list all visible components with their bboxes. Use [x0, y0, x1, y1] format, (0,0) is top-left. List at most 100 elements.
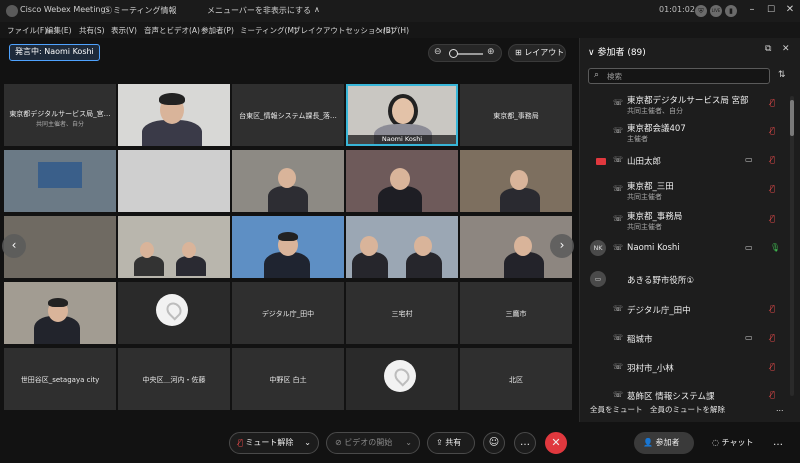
info-icon[interactable]: ⓘ [104, 5, 112, 16]
tile-name: 北区 [509, 376, 523, 384]
tile-name: 三鷹市 [505, 310, 527, 318]
phone-audio-icon: ☏ [613, 155, 624, 164]
panel-header[interactable]: ∨ 参加者 (89) [588, 45, 646, 58]
video-tile[interactable]: 世田谷区_setagaya city [4, 348, 116, 410]
end-meeting-button[interactable]: ✕ [545, 432, 567, 454]
video-tile[interactable] [232, 150, 344, 212]
muted-mic-icon[interactable]: 🎙̸ [770, 184, 775, 193]
participants-scrollbar[interactable] [790, 96, 794, 396]
video-tile[interactable]: デジタル庁_田中 [232, 282, 344, 344]
maximize-button[interactable]: ☐ [764, 3, 778, 17]
menu-share[interactable]: 共有(S) [79, 25, 105, 36]
muted-mic-icon[interactable]: 🎙̸ [770, 333, 775, 342]
participant-role: 共同主催者 [627, 193, 662, 201]
share-button[interactable]: ⇪ 共有 [427, 432, 475, 454]
scrollbar-thumb[interactable] [790, 100, 794, 136]
video-tile[interactable]: 東京都デジタルサービス局_宮… 共同主催者、自分 [4, 84, 116, 146]
video-tile[interactable]: 東京都_事務局 [460, 84, 572, 146]
more-options-button[interactable]: … [767, 432, 789, 454]
video-tile[interactable]: 三宅村 [346, 282, 458, 344]
participant-role: 共同主催者 [627, 223, 662, 231]
zoom-in-icon[interactable]: ⊕ [487, 47, 495, 57]
muted-mic-icon[interactable]: 🎙̸ [770, 214, 775, 223]
phone-audio-icon: ☏ [613, 126, 624, 135]
next-page-button[interactable]: › [550, 234, 574, 258]
chevron-down-icon[interactable]: ⌄ [304, 433, 311, 453]
hide-menubar-link[interactable]: メニューバーを非表示にする [207, 5, 311, 16]
minimize-button[interactable]: – [745, 3, 759, 17]
mute-all-button[interactable]: 全員をミュート [590, 404, 643, 415]
search-input[interactable]: ⌕ 検索 [588, 68, 770, 84]
chat-label: チャット [721, 438, 754, 447]
menu-file[interactable]: ファイル(F) [7, 25, 47, 36]
video-icon[interactable]: ▭ [745, 333, 753, 342]
video-tile[interactable]: 中央区＿河内・佐藤 [118, 348, 230, 410]
close-button[interactable]: ✕ [783, 3, 797, 17]
menu-audio-video[interactable]: 音声とビデオ(A) [144, 25, 200, 36]
chevron-up-icon[interactable]: ∧ [314, 5, 320, 14]
reactions-button[interactable]: ☺ [483, 432, 505, 454]
shield-icon[interactable]: ⛨ [695, 5, 707, 17]
signal-icon[interactable]: ▮ [725, 5, 737, 17]
phone-audio-icon: ☏ [613, 390, 624, 399]
video-tile-active-speaker[interactable]: Naomi Koshi [346, 84, 458, 146]
participants-toggle-button[interactable]: 👤 参加者 [634, 432, 694, 454]
zoom-slider-handle[interactable] [449, 49, 458, 58]
tile-name: 東京都_事務局 [493, 112, 539, 120]
chat-button[interactable]: ◌ チャット [703, 432, 757, 454]
video-tile[interactable] [4, 282, 116, 344]
muted-mic-icon[interactable]: 🎙̸ [770, 362, 775, 371]
popout-icon[interactable]: ⧉ [765, 44, 771, 54]
muted-mic-icon[interactable]: 🎙̸ [770, 304, 775, 313]
sort-icon[interactable]: ⇅ [778, 70, 786, 80]
video-tile[interactable] [118, 150, 230, 212]
unmute-button[interactable]: 🎙̸ ミュート解除 ⌄ [229, 432, 319, 454]
more-options-button[interactable]: … [514, 432, 536, 454]
tile-name: Naomi Koshi [348, 135, 456, 144]
video-tile[interactable]: 北区 [460, 348, 572, 410]
tile-name: 台東区_情報システム課長_落… [239, 112, 337, 120]
video-tile[interactable] [118, 282, 230, 344]
participants-count: 参加者 (89) [597, 48, 646, 58]
meeting-info-link[interactable]: ミーティング情報 [113, 5, 177, 16]
close-panel-icon[interactable]: ✕ [782, 44, 790, 54]
tile-name: デジタル庁_田中 [261, 310, 315, 318]
menu-help[interactable]: ヘルプ(H) [375, 25, 409, 36]
zoom-control[interactable]: ⊖ ⊕ [428, 44, 502, 62]
layout-button[interactable]: ⊞ レイアウト [508, 44, 566, 62]
muted-mic-icon[interactable]: 🎙̸ [770, 390, 775, 399]
participant-role: 共同主催者、自分 [627, 107, 683, 115]
active-mic-icon[interactable]: 🎙 [770, 243, 780, 252]
panel-more-button[interactable]: … [776, 404, 784, 413]
video-tile[interactable]: 三鷹市 [460, 282, 572, 344]
video-icon[interactable]: ▭ [745, 155, 753, 164]
layout-label: レイアウト [524, 48, 565, 57]
muted-mic-icon[interactable]: 🎙̸ [770, 155, 775, 164]
zoom-out-icon[interactable]: ⊖ [434, 47, 442, 57]
title-bar: Cisco Webex Meetings ⓘ ミーティング情報 メニューバーを非… [0, 0, 800, 22]
video-tile[interactable]: 中野区 白土 [232, 348, 344, 410]
muted-mic-icon[interactable]: 🎙̸ [770, 98, 775, 107]
muted-mic-icon[interactable]: 🎙̸ [770, 126, 775, 135]
start-video-button[interactable]: ⊘ ビデオの開始 ⌄ [326, 432, 420, 454]
video-tile[interactable] [118, 84, 230, 146]
video-tile[interactable] [232, 216, 344, 278]
layout-grid-icon: ⊞ [515, 48, 525, 57]
video-tile[interactable] [4, 150, 116, 212]
phone-audio-icon: ☏ [613, 304, 624, 313]
video-tile[interactable] [346, 150, 458, 212]
video-tile[interactable] [346, 348, 458, 410]
menu-view[interactable]: 表示(V) [111, 25, 137, 36]
video-tile[interactable]: 台東区_情報システム課長_落… [232, 84, 344, 146]
menu-edit[interactable]: 編集(E) [46, 25, 72, 36]
unmute-all-button[interactable]: 全員のミュートを解除 [650, 404, 725, 415]
search-icon: ⌕ [594, 70, 600, 80]
video-tile[interactable] [460, 150, 572, 212]
menu-participants[interactable]: 参加者(P) [201, 25, 234, 36]
video-tile[interactable] [118, 216, 230, 278]
video-tile[interactable] [346, 216, 458, 278]
menu-meeting[interactable]: ミーティング(M) [240, 25, 297, 36]
chevron-down-icon[interactable]: ⌄ [405, 433, 412, 453]
prev-page-button[interactable]: ‹ [2, 234, 26, 258]
video-icon[interactable]: ▭ [745, 243, 753, 252]
